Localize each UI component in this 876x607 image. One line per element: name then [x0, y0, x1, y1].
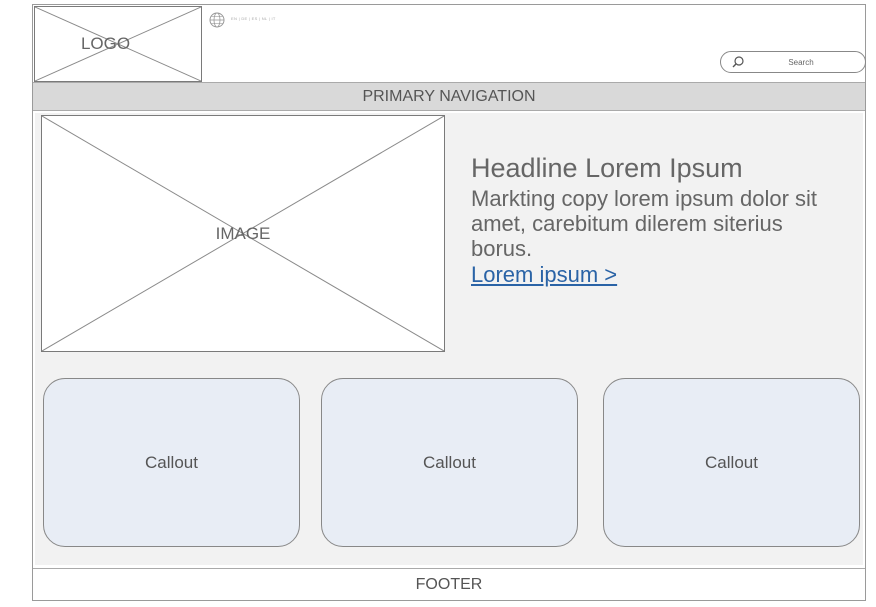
- search-icon: [732, 56, 744, 68]
- logo-label: LOGO: [80, 34, 131, 53]
- language-selector[interactable]: EN | DE | ES | NL | IT: [231, 16, 276, 21]
- search-box[interactable]: [720, 51, 866, 73]
- marketing-copy: Markting copy lorem ipsum dolor sit amet…: [471, 186, 818, 261]
- hero-image: IMAGE: [41, 115, 445, 352]
- callout-3[interactable]: Callout: [603, 378, 860, 547]
- search-input[interactable]: [751, 55, 851, 69]
- cta-link[interactable]: Lorem ipsum >: [471, 262, 617, 288]
- globe-icon[interactable]: [209, 12, 225, 28]
- primary-navigation[interactable]: PRIMARY NAVIGATION: [33, 82, 865, 111]
- footer: FOOTER: [33, 568, 865, 600]
- callout-2[interactable]: Callout: [321, 378, 578, 547]
- logo[interactable]: LOGO: [34, 6, 202, 82]
- callout-1[interactable]: Callout: [43, 378, 300, 547]
- image-label: IMAGE: [215, 223, 271, 243]
- page-frame: LOGO EN | DE | ES | NL | IT PRIMARY NAVI…: [32, 4, 866, 601]
- headline: Headline Lorem Ipsum: [471, 153, 743, 183]
- hero-text: Headline Lorem Ipsum Markting copy lorem…: [471, 153, 831, 288]
